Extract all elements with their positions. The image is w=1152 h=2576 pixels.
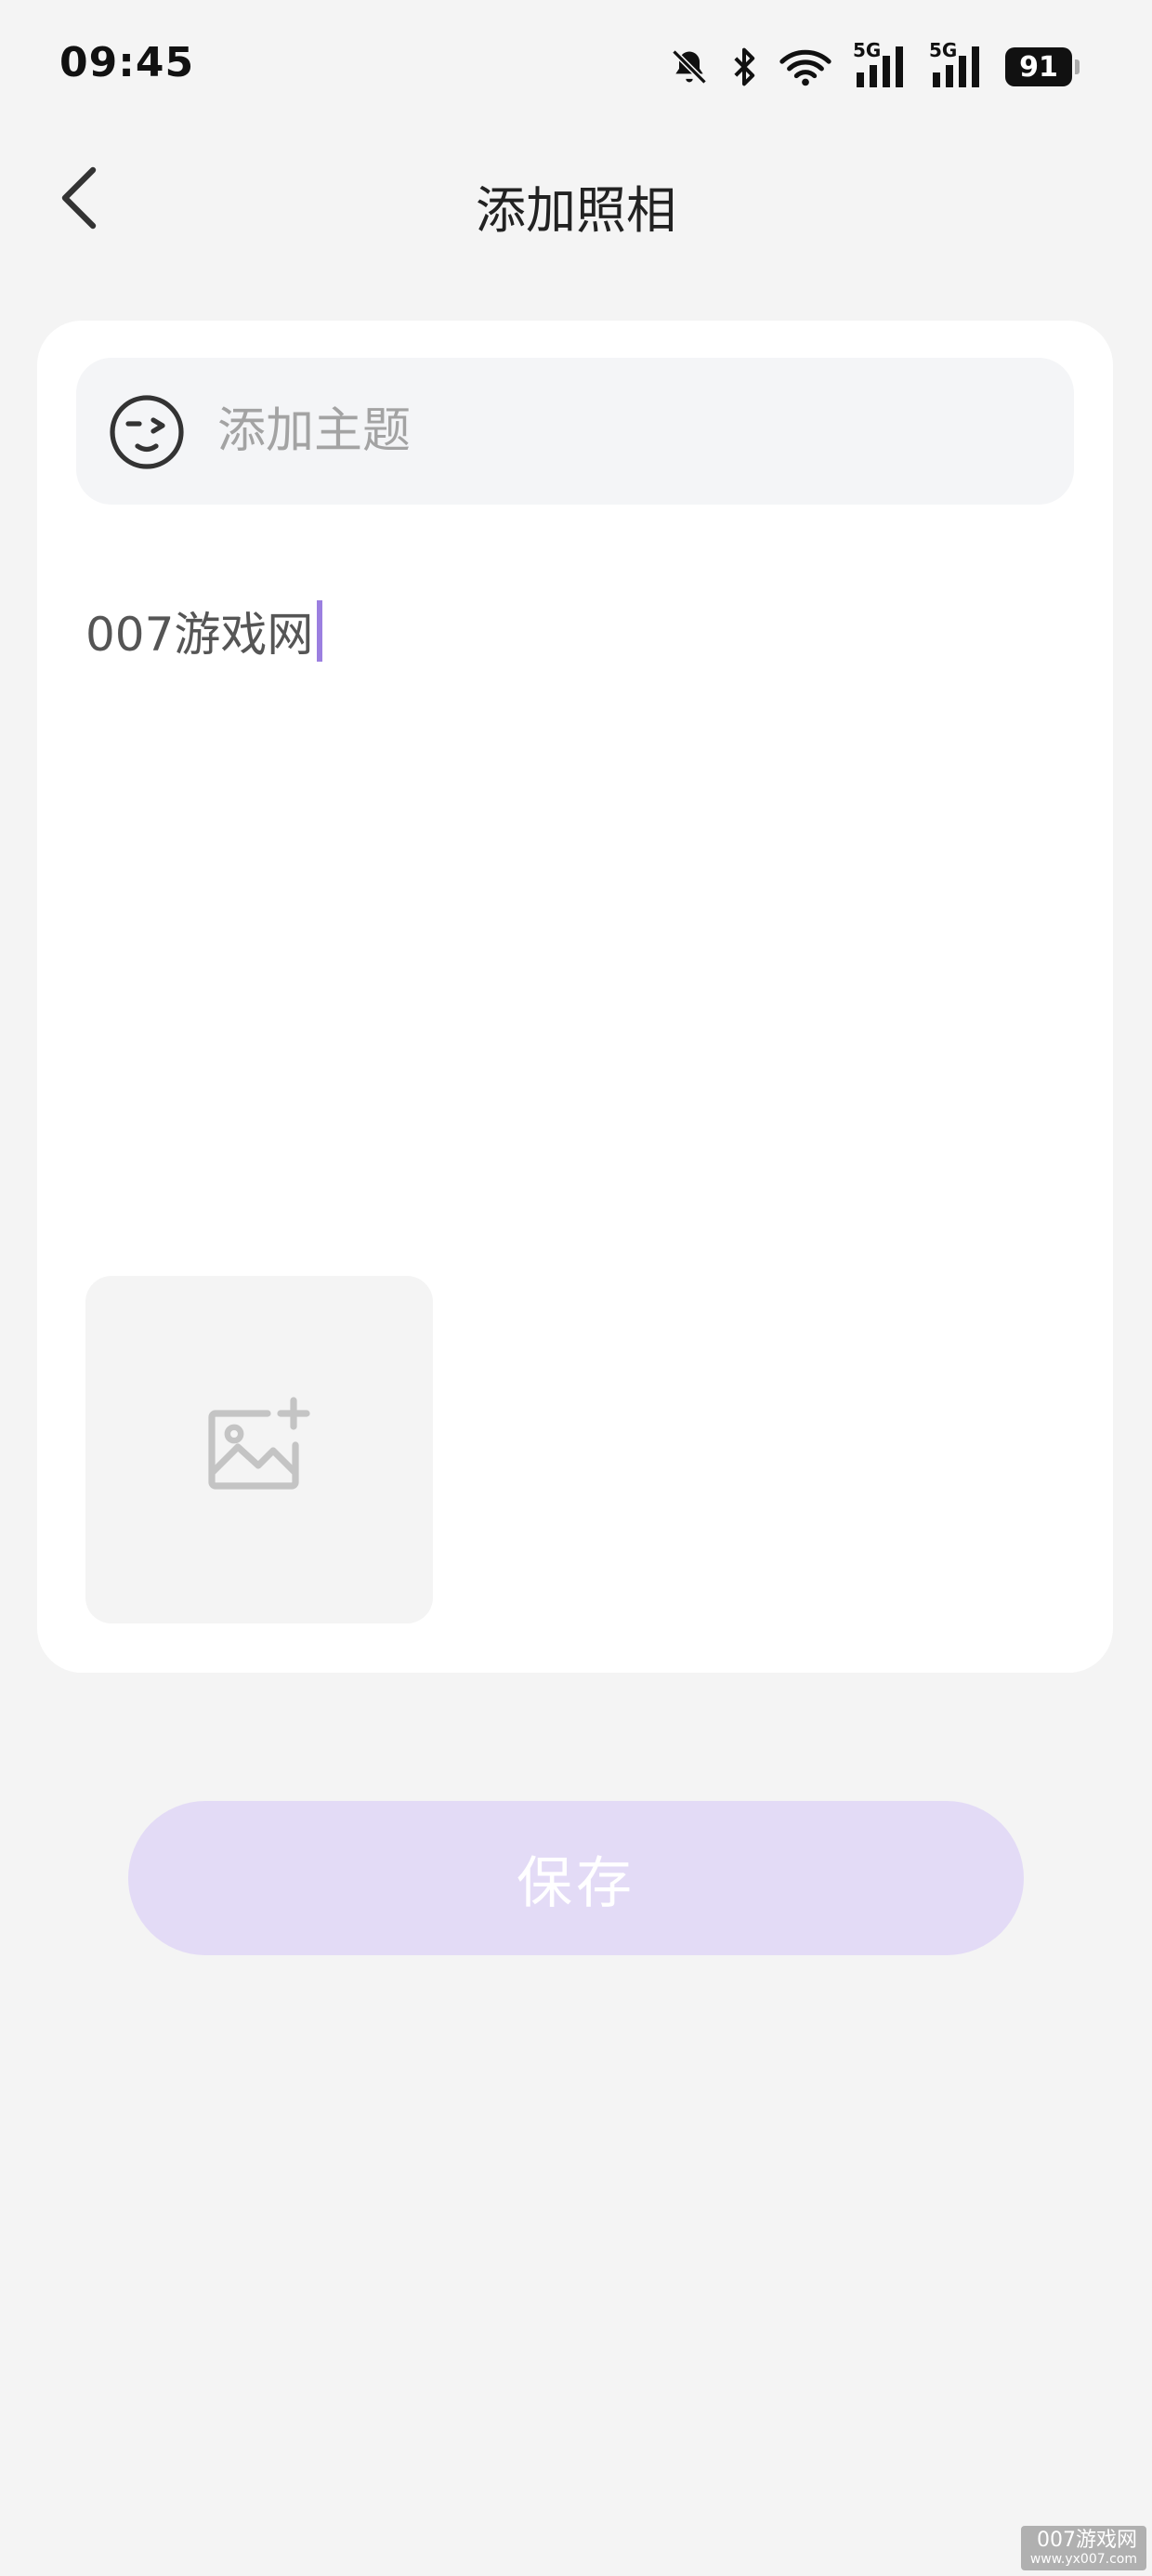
- content-textarea[interactable]: 007游戏网: [85, 598, 323, 664]
- watermark-main: 007游戏网: [1037, 2529, 1137, 2553]
- watermark: 007游戏网 www.yx007.com: [1020, 2526, 1146, 2570]
- network-type-label: 5G: [929, 39, 958, 61]
- battery-indicator: 91: [1005, 47, 1080, 86]
- status-bar: 09:45 5G 5G 91: [0, 0, 1152, 139]
- network-type-label: 5G: [853, 39, 882, 61]
- watermark-sub: www.yx007.com: [1029, 2551, 1137, 2567]
- save-button[interactable]: 保存: [128, 1801, 1024, 1955]
- entry-card: 007游戏网: [37, 321, 1113, 1673]
- topic-row: [76, 358, 1074, 505]
- wink-face-icon[interactable]: [108, 393, 186, 471]
- page-title: 添加照相: [476, 181, 676, 240]
- text-cursor: [317, 600, 323, 662]
- content-text: 007游戏网: [85, 608, 314, 662]
- wifi-icon: [779, 46, 832, 87]
- add-image-button[interactable]: [85, 1276, 433, 1623]
- signal-5g-icon-1: 5G: [853, 39, 909, 87]
- status-time: 09:45: [59, 39, 195, 86]
- status-icons: 5G 5G 91: [669, 39, 1080, 91]
- bell-off-icon: [669, 46, 710, 87]
- signal-5g-icon-2: 5G: [929, 39, 985, 87]
- topic-input[interactable]: [217, 358, 1035, 505]
- nav-bar: 添加照相: [0, 149, 1152, 251]
- bluetooth-icon: [730, 46, 758, 87]
